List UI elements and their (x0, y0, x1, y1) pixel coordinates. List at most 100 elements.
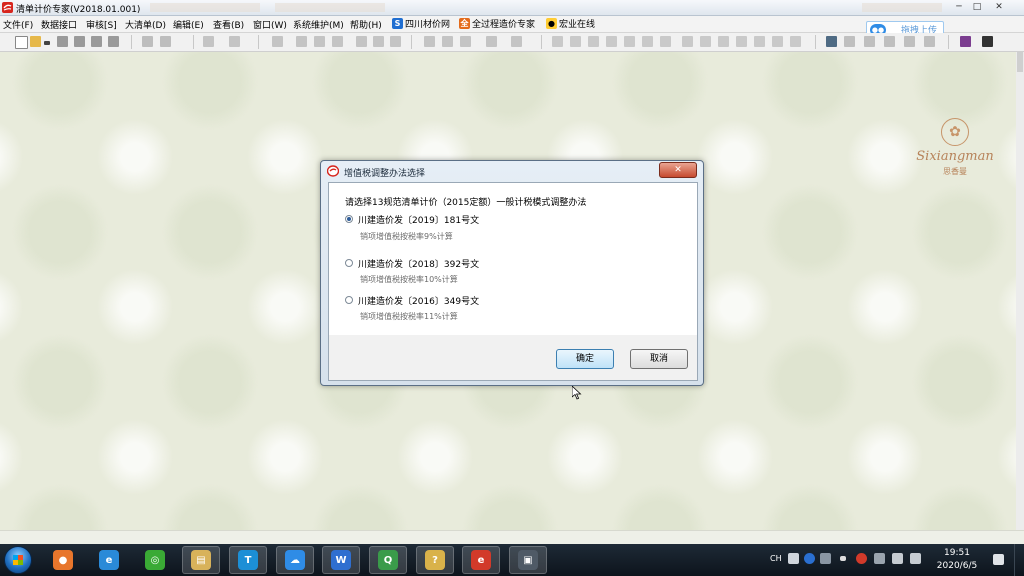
menu-help[interactable]: 帮助(H) (350, 18, 382, 31)
cut-icon[interactable] (390, 36, 401, 47)
link-sichuan-material-price[interactable]: S 四川材价网 (392, 17, 450, 30)
taskbar-app[interactable]: ? (416, 546, 454, 574)
taskbar-app[interactable]: ☁ (276, 546, 314, 574)
formula-icon[interactable] (606, 36, 617, 47)
qq-penguin-icon: ● (546, 18, 557, 29)
notification-icon[interactable] (993, 554, 1004, 565)
show-desktop-button[interactable] (1014, 544, 1024, 576)
window-icon[interactable] (904, 36, 915, 47)
tree-icon[interactable] (442, 36, 453, 47)
option-radio-2018[interactable] (345, 259, 353, 267)
power-icon[interactable] (874, 553, 885, 564)
option-label[interactable]: 川建造价发〔2016〕349号文 (358, 294, 479, 307)
redo-icon[interactable] (229, 36, 240, 47)
tile-icon[interactable] (924, 36, 935, 47)
option-label[interactable]: 川建造价发〔2019〕181号文 (358, 213, 479, 226)
calculator-icon[interactable] (314, 36, 325, 47)
grid-icon[interactable] (160, 36, 171, 47)
table-view-icon[interactable] (552, 36, 563, 47)
sheet-icon[interactable] (826, 36, 837, 47)
menu-system-maintenance[interactable]: 系统维护(M) (293, 18, 344, 31)
menu-data-interface[interactable]: 数据接口 (41, 18, 77, 31)
menu-edit[interactable]: 编辑(E) (173, 18, 204, 31)
book-icon[interactable] (960, 36, 971, 47)
maximize-button[interactable]: □ (968, 1, 986, 13)
table-grid-icon[interactable] (844, 36, 855, 47)
export-icon[interactable] (700, 36, 711, 47)
dialog-close-button[interactable]: ✕ (659, 162, 697, 178)
paste-icon[interactable] (373, 36, 384, 47)
background-tab[interactable] (275, 3, 385, 12)
menu-audit[interactable]: 审核[S] (86, 18, 117, 31)
new-file-icon[interactable] (15, 36, 28, 49)
folder-icon[interactable] (57, 36, 68, 47)
taskbar-app[interactable]: ▣ (509, 546, 547, 574)
chart-icon[interactable] (142, 36, 153, 47)
option-radio-2019[interactable] (345, 215, 353, 223)
start-button[interactable] (4, 546, 32, 574)
refresh-icon[interactable] (424, 36, 435, 47)
option-radio-2016[interactable] (345, 296, 353, 304)
menu-file[interactable]: 文件(F) (3, 18, 33, 31)
link-hongye-online[interactable]: ● 宏业在线 (546, 17, 595, 30)
column-icon[interactable] (570, 36, 581, 47)
taskbar-app[interactable]: e (462, 546, 500, 574)
settings-icon[interactable] (460, 36, 471, 47)
link-full-process-expert[interactable]: 全 全过程造价专家 (459, 17, 535, 30)
sum-icon[interactable] (588, 36, 599, 47)
menu-view[interactable]: 查看(B) (213, 18, 244, 31)
arrange-icon[interactable] (864, 36, 875, 47)
dropdown-icon[interactable] (884, 36, 895, 47)
clock[interactable]: 19:51 2020/6/5 (934, 547, 980, 573)
volume-icon[interactable] (910, 553, 921, 564)
tray-app-icon[interactable] (856, 553, 867, 564)
import-icon[interactable] (718, 36, 729, 47)
scrollbar-thumb[interactable] (1017, 52, 1023, 72)
taskbar-app[interactable]: ◎ (136, 546, 174, 574)
taskbar-app[interactable]: e (90, 546, 128, 574)
menu-big-list[interactable]: 大清单(D) (125, 18, 166, 31)
menu-window[interactable]: 窗口(W) (253, 18, 287, 31)
lock-icon[interactable] (772, 36, 783, 47)
open-folder-icon[interactable] (30, 36, 41, 47)
quota-icon[interactable] (624, 36, 635, 47)
taskbar-app[interactable]: W (322, 546, 360, 574)
vertical-scrollbar[interactable] (1016, 52, 1024, 530)
taskbar-app[interactable]: ● (44, 546, 82, 574)
settings-icon[interactable] (820, 553, 831, 564)
cancel-button[interactable]: 取消 (630, 349, 688, 369)
calc-icon[interactable] (511, 36, 522, 47)
grid-layout-icon[interactable] (736, 36, 747, 47)
chevron-down-icon[interactable] (44, 41, 50, 45)
option-label[interactable]: 川建造价发〔2018〕392号文 (358, 257, 479, 270)
input-language[interactable]: CH (770, 554, 782, 563)
chevron-up-icon[interactable] (840, 556, 846, 561)
undo-icon[interactable] (203, 36, 214, 47)
filter-icon[interactable] (486, 36, 497, 47)
taskbar-app[interactable]: ▤ (182, 546, 220, 574)
minimize-button[interactable]: ─ (950, 1, 968, 13)
machine-icon[interactable] (660, 36, 671, 47)
printer-icon[interactable] (982, 36, 993, 47)
insert-icon[interactable] (272, 36, 283, 47)
report-icon[interactable] (682, 36, 693, 47)
keyboard-icon[interactable] (788, 553, 799, 564)
help-icon[interactable] (804, 553, 815, 564)
background-tab[interactable] (150, 3, 260, 12)
s-logo-icon: S (392, 18, 403, 29)
taskbar-app[interactable]: T (229, 546, 267, 574)
save-icon[interactable] (74, 36, 85, 47)
taskbar-app[interactable]: Q (369, 546, 407, 574)
info-icon[interactable] (754, 36, 765, 47)
background-tab[interactable] (862, 3, 942, 12)
copy-icon[interactable] (356, 36, 367, 47)
print-preview-icon[interactable] (108, 36, 119, 47)
network-icon[interactable] (892, 553, 903, 564)
eye-icon[interactable] (790, 36, 801, 47)
table-icon[interactable] (296, 36, 307, 47)
ok-button[interactable]: 确定 (556, 349, 614, 369)
list-icon[interactable] (332, 36, 343, 47)
save-as-icon[interactable] (91, 36, 102, 47)
close-window-button[interactable]: ✕ (990, 1, 1008, 13)
material-icon[interactable] (642, 36, 653, 47)
